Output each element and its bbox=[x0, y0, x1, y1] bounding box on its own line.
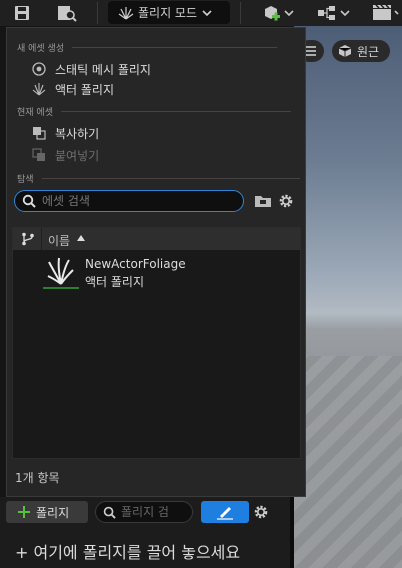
source-control-icon[interactable] bbox=[21, 232, 35, 246]
save-icon[interactable] bbox=[10, 3, 34, 23]
asset-type: 액터 폴리지 bbox=[85, 275, 145, 289]
foliage-icon bbox=[118, 6, 134, 20]
foliage-search-input[interactable] bbox=[121, 505, 191, 519]
paint-toggle-button[interactable] bbox=[201, 501, 249, 523]
item-count: 1개 항목 bbox=[15, 471, 60, 485]
asset-search-box[interactable] bbox=[14, 190, 244, 212]
perspective-button[interactable]: 원근 bbox=[332, 40, 390, 62]
settings-gear-icon[interactable] bbox=[253, 504, 269, 520]
toolbar-separator bbox=[240, 2, 241, 24]
asset-list-header: 이름 bbox=[13, 228, 300, 250]
add-foliage-button[interactable]: 폴리지 bbox=[6, 501, 88, 523]
paste-icon bbox=[31, 147, 47, 163]
perspective-label: 원근 bbox=[357, 44, 380, 59]
menu-item-actor-foliage[interactable]: 액터 폴리지 bbox=[31, 80, 114, 98]
asset-type-color-bar bbox=[43, 287, 79, 289]
copy-label: 복사하기 bbox=[55, 126, 100, 141]
menu-item-copy[interactable]: 복사하기 bbox=[31, 124, 99, 142]
menu-item-paste[interactable]: 붙여넣기 bbox=[31, 146, 99, 164]
main-toolbar: 폴리지 모드 bbox=[0, 0, 402, 26]
foliage-panel: 폴리지 + 여기에 폴리지를 끌어 놓으세요 bbox=[0, 497, 290, 568]
static-mesh-foliage-label: 스태틱 메시 폴리지 bbox=[55, 62, 151, 77]
section-header-new-asset: 새 에셋 생성 bbox=[17, 41, 278, 54]
menu-item-static-mesh-foliage[interactable]: 스태틱 메시 폴리지 bbox=[31, 60, 151, 78]
perspective-cube-icon bbox=[338, 44, 352, 58]
sort-ascending-icon bbox=[77, 235, 85, 241]
panel-splitter[interactable] bbox=[290, 497, 294, 568]
asset-list: 이름 NewActorFoliage 액터 폴리지 bbox=[12, 227, 301, 459]
section-divider bbox=[72, 47, 278, 48]
column-name-header[interactable]: 이름 bbox=[48, 232, 70, 249]
asset-name: NewActorFoliage bbox=[85, 257, 186, 271]
browse-icon[interactable] bbox=[54, 3, 80, 23]
asset-search-input[interactable] bbox=[42, 194, 232, 208]
actor-foliage-icon bbox=[31, 81, 47, 97]
search-icon bbox=[103, 506, 116, 519]
settings-gear-icon[interactable] bbox=[278, 193, 294, 209]
hamburger-icon bbox=[306, 46, 316, 56]
foliage-type-dropdown: 새 에셋 생성 스태틱 메시 폴리지 액터 폴리지 현재 에셋 복사하기 붙여넣… bbox=[6, 27, 306, 497]
toolbar-separator bbox=[97, 2, 98, 24]
foliage-search-box[interactable] bbox=[95, 501, 193, 523]
paste-label: 붙여넣기 bbox=[55, 148, 100, 163]
folder-filter-icon[interactable] bbox=[254, 194, 272, 208]
blueprint-icon[interactable] bbox=[314, 3, 354, 23]
section-browse-label: 탐색 bbox=[17, 175, 34, 185]
foliage-mode-button[interactable]: 폴리지 모드 bbox=[108, 1, 230, 24]
list-item[interactable]: NewActorFoliage 액터 폴리지 bbox=[13, 254, 300, 294]
cinematics-icon[interactable] bbox=[370, 3, 402, 23]
section-new-asset-label: 새 에셋 생성 bbox=[17, 44, 65, 54]
add-foliage-label: 폴리지 bbox=[36, 505, 70, 520]
section-current-asset-label: 현재 에셋 bbox=[17, 108, 53, 118]
actor-foliage-thumbnail-icon bbox=[47, 256, 75, 286]
search-icon bbox=[22, 194, 36, 208]
paint-brush-icon bbox=[216, 504, 234, 520]
foliage-mode-label: 폴리지 모드 bbox=[138, 6, 198, 20]
chevron-down-icon bbox=[202, 6, 212, 20]
actor-foliage-label: 액터 폴리지 bbox=[55, 82, 115, 97]
column-divider bbox=[41, 228, 42, 250]
section-header-browse: 탐색 bbox=[17, 172, 300, 185]
section-divider bbox=[60, 111, 291, 112]
static-mesh-foliage-icon bbox=[31, 61, 47, 77]
section-header-current-asset: 현재 에셋 bbox=[17, 105, 291, 118]
drop-foliage-hint: + 여기에 폴리지를 끌어 놓으세요 bbox=[15, 543, 241, 562]
add-actor-icon[interactable] bbox=[262, 3, 298, 23]
viewport-floor bbox=[294, 356, 402, 568]
level-viewport[interactable]: 원근 bbox=[294, 26, 402, 568]
plus-icon bbox=[18, 506, 30, 518]
section-divider bbox=[41, 178, 300, 179]
copy-icon bbox=[31, 125, 47, 141]
